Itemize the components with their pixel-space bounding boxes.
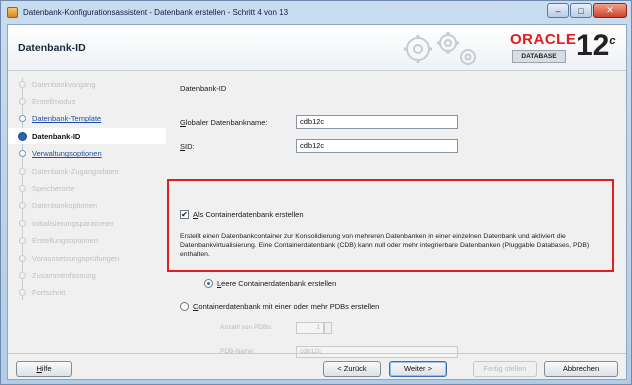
nav-step-datenbank-id: Datenbank-ID xyxy=(8,128,166,145)
section-title: Datenbank-ID xyxy=(180,84,227,93)
nav-step-fortschritt: Fortschritt xyxy=(8,285,166,301)
step-dot-icon xyxy=(19,254,26,262)
nav-step-label: Fortschritt xyxy=(32,288,66,298)
nav-step-label: Erstellungsoptionen xyxy=(32,236,98,246)
nav-step-label[interactable]: Verwaltungsoptionen xyxy=(32,149,102,158)
step-dot-icon xyxy=(19,289,26,297)
title-bar: Datenbank-Konfigurationsassistent - Date… xyxy=(1,1,632,23)
window-controls: – □ ✕ xyxy=(547,3,627,18)
nav-step-initialisierungsparameter: Initialisierungsparameter xyxy=(8,215,166,231)
oracle-database-badge: DATABASE xyxy=(512,50,566,63)
cdb-with-pdbs-label-text: ontainerdatenbank mit einer oder mehr PD… xyxy=(198,302,380,311)
step-dot-icon xyxy=(19,202,26,210)
nav-step-label: Datenbankoptionen xyxy=(32,201,98,211)
nav-step-datenbankoptionen: Datenbankoptionen xyxy=(8,198,166,214)
step-dot-icon xyxy=(19,80,26,88)
sid-label: SID: xyxy=(180,142,195,151)
nav-step-label: Voraussetzungsprüfungen xyxy=(32,253,120,263)
next-button[interactable]: Weiter > xyxy=(389,361,447,377)
nav-step-voraussetzungsprüfungen: Voraussetzungsprüfungen xyxy=(8,250,166,266)
pdb-count-input[interactable]: 1 xyxy=(296,322,324,334)
close-button[interactable]: ✕ xyxy=(593,3,627,18)
highlight-annotation xyxy=(167,179,614,272)
global-name-label: Globaler Datenbankname: xyxy=(180,118,268,127)
step-dot-icon xyxy=(19,219,26,227)
header-banner: Datenbank-ID ORACLE DATABASE 12c xyxy=(8,25,626,71)
nav-step-zusammenfassung: Zusammenfassung xyxy=(8,267,166,283)
step-dot-icon xyxy=(19,97,26,105)
empty-cdb-radio-label[interactable]: Leere Containerdatenbank erstellen xyxy=(217,279,336,288)
empty-cdb-label-text: eere Containerdatenbank erstellen xyxy=(221,279,337,288)
step-dot-icon xyxy=(19,167,26,175)
sid-input[interactable]: cdb12c xyxy=(296,139,458,153)
nav-step-label: Datenbank-ID xyxy=(32,131,81,141)
global-name-label-text: lobaler Datenbankname: xyxy=(185,118,268,127)
step-dot-icon xyxy=(19,184,26,192)
minimize-button[interactable]: – xyxy=(547,3,569,18)
cancel-button[interactable]: Abbrechen xyxy=(544,361,618,377)
help-button[interactable]: Hilfe xyxy=(16,361,72,377)
pdb-count-label: Anzahl von PDBs: xyxy=(220,324,273,331)
step-dot-icon xyxy=(18,131,27,141)
nav-step-label: Datenbankvorgang xyxy=(32,79,96,89)
global-db-name-input[interactable]: cdb12c xyxy=(296,115,458,129)
nav-step-label[interactable]: Datenbank-Template xyxy=(32,114,101,123)
page-title: Datenbank-ID xyxy=(18,42,86,54)
sid-label-text: ID: xyxy=(185,142,195,151)
step-dot-icon xyxy=(19,115,26,123)
oracle-logo: ORACLE DATABASE 12c xyxy=(498,29,618,67)
nav-step-verwaltungsoptionen[interactable]: Verwaltungsoptionen xyxy=(8,146,166,162)
nav-step-label: Datenbank-Zugangsdaten xyxy=(32,166,119,176)
cdb-with-pdbs-radio-label[interactable]: Containerdatenbank mit einer oder mehr P… xyxy=(193,302,379,311)
app-icon xyxy=(7,6,18,18)
nav-step-erstellmodus: Erstellmodus xyxy=(8,93,166,109)
pdb-name-input[interactable]: cdb12c xyxy=(296,346,458,358)
cdb-with-pdbs-radio[interactable] xyxy=(180,302,189,311)
oracle-version: 12c xyxy=(576,29,616,63)
window-title: Datenbank-Konfigurationsassistent - Date… xyxy=(23,7,289,17)
step-dot-icon xyxy=(19,237,26,245)
finish-button[interactable]: Fertig stellen xyxy=(473,361,537,377)
nav-step-datenbank-template[interactable]: Datenbank-Template xyxy=(8,111,166,127)
nav-step-speicherorte: Speicherorte xyxy=(8,180,166,196)
nav-step-label: Speicherorte xyxy=(32,183,75,193)
wizard-steps-nav: Datenbankvorgang Erstellmodus Datenbank-Te… xyxy=(8,72,166,332)
back-button[interactable]: < Zurück xyxy=(323,361,381,377)
footer-separator xyxy=(8,353,626,354)
version-number: 12 xyxy=(576,29,610,62)
nav-step-erstellungsoptionen: Erstellungsoptionen xyxy=(8,233,166,249)
oracle-wordmark: ORACLE xyxy=(510,31,577,48)
empty-cdb-radio[interactable] xyxy=(204,279,213,288)
pdb-count-spinner[interactable] xyxy=(324,322,332,334)
help-label: ilfe xyxy=(41,364,52,373)
step-dot-icon xyxy=(19,271,26,279)
maximize-button[interactable]: □ xyxy=(570,3,592,18)
gears-icon xyxy=(404,32,476,65)
nav-step-label: Initialisierungsparameter xyxy=(32,218,114,228)
step-dot-icon xyxy=(19,150,26,158)
nav-step-label: Zusammenfassung xyxy=(32,270,96,280)
nav-step-datenbankvorgang: Datenbankvorgang xyxy=(8,76,166,92)
nav-step-datenbank-zugangsdaten: Datenbank-Zugangsdaten xyxy=(8,163,166,179)
version-suffix: c xyxy=(609,35,616,47)
nav-step-label: Erstellmodus xyxy=(32,96,76,106)
app-window: Datenbank-Konfigurationsassistent - Date… xyxy=(0,0,632,385)
